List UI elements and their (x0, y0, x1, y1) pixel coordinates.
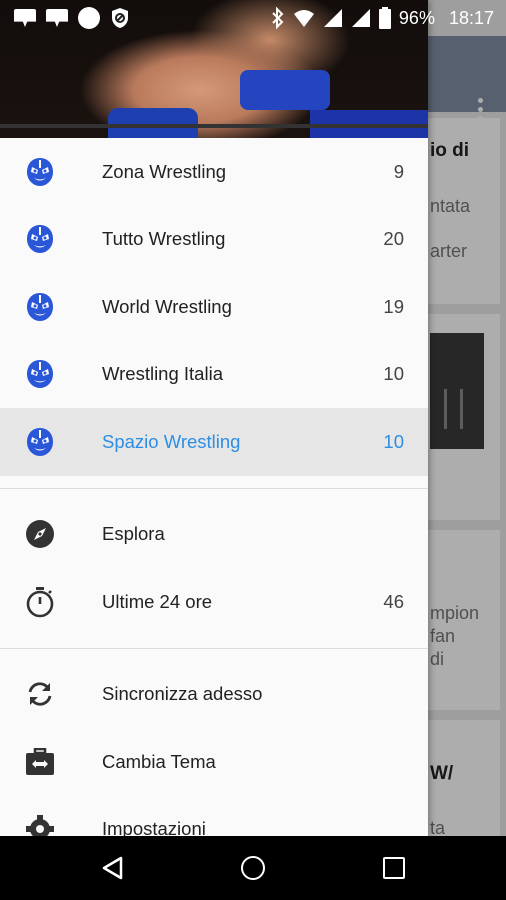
feed-item-world-wrestling[interactable]: World Wrestling 19 (0, 273, 428, 341)
drawer-item-label: Esplora (102, 523, 165, 545)
stopwatch-icon (24, 586, 56, 618)
drawer-item-label: Impostazioni (102, 818, 206, 836)
feed-count: 9 (393, 160, 404, 182)
notification-icon (78, 7, 100, 29)
sync-icon (24, 678, 56, 710)
wrestling-mask-icon (24, 156, 56, 188)
drawer-item-settings[interactable]: Impostazioni (0, 796, 428, 836)
battery-icon (378, 7, 391, 29)
back-icon[interactable] (101, 856, 125, 880)
drawer-item-last-24h[interactable]: Ultime 24 ore 46 (0, 568, 428, 636)
wrestling-mask-icon (24, 223, 56, 255)
drawer-item-sync[interactable]: Sincronizza adesso (0, 661, 428, 729)
feed-label: Wrestling Italia (102, 363, 223, 385)
feed-item-spazio-wrestling[interactable]: Spazio Wrestling 10 (0, 408, 428, 476)
notification-icon (14, 9, 36, 27)
drawer-item-count: 46 (383, 590, 404, 612)
gear-icon (24, 813, 56, 836)
drawer-item-label: Cambia Tema (102, 750, 216, 772)
feed-count: 20 (383, 228, 404, 250)
status-bar: 96% 18:17 (0, 0, 506, 36)
home-icon[interactable] (241, 856, 265, 880)
signal-icon (323, 9, 342, 27)
feed-count: 19 (383, 295, 404, 317)
compass-icon (24, 518, 56, 550)
feed-count: 10 (383, 363, 404, 385)
wifi-icon (293, 10, 314, 27)
feed-label: Zona Wrestling (102, 160, 227, 182)
wrestling-mask-icon (24, 426, 56, 458)
feed-item-tutto-wrestling[interactable]: Tutto Wrestling 20 (0, 206, 428, 274)
drawer-item-change-theme[interactable]: Cambia Tema (0, 728, 428, 796)
wrestling-mask-icon (24, 291, 56, 323)
divider (0, 487, 428, 489)
divider (0, 647, 428, 649)
feed-label: Tutto Wrestling (102, 228, 226, 250)
drawer-item-label: Sincronizza adesso (102, 683, 263, 705)
clock: 18:17 (448, 7, 494, 28)
theme-toggle-icon (24, 746, 56, 778)
feed-label: World Wrestling (102, 295, 232, 317)
feed-count: 10 (383, 430, 404, 452)
battery-percent: 96% (398, 7, 435, 28)
system-nav-bar (0, 836, 506, 900)
navigation-drawer: Zona Wrestling 9 Tutto Wrestling 20 Worl… (0, 0, 428, 836)
drawer-nav-list: Zona Wrestling 9 Tutto Wrestling 20 Worl… (0, 138, 428, 836)
wrestling-mask-icon (24, 358, 56, 390)
feed-item-wrestling-italia[interactable]: Wrestling Italia 10 (0, 341, 428, 409)
feed-label: Spazio Wrestling (102, 430, 241, 452)
feed-item-zona-wrestling[interactable]: Zona Wrestling 9 (0, 138, 428, 206)
recent-apps-icon[interactable] (383, 857, 405, 879)
drawer-item-label: Ultime 24 ore (102, 590, 213, 612)
bluetooth-icon (272, 7, 284, 29)
notification-icon (46, 9, 68, 27)
signal-icon (351, 9, 370, 27)
shield-icon (112, 8, 128, 28)
drawer-item-explore[interactable]: Esplora (0, 501, 428, 569)
